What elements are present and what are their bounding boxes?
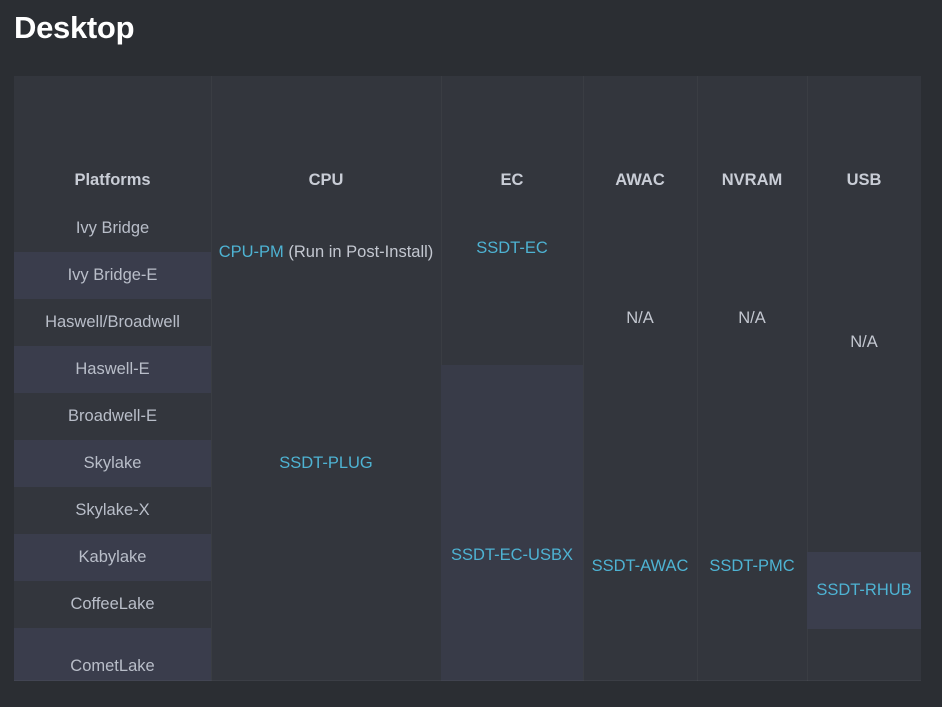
ssdt-ec-link[interactable]: SSDT-EC bbox=[476, 237, 548, 260]
usb-cell-na: N/A bbox=[807, 319, 921, 366]
table-row-platform-coffeelake: CoffeeLake bbox=[14, 581, 211, 628]
platform-label: Haswell-E bbox=[75, 360, 150, 379]
table-row-platform-skylake-x: Skylake-X bbox=[14, 487, 211, 534]
table-bottom-divider bbox=[14, 680, 921, 681]
column-header-nvram: NVRAM bbox=[697, 158, 807, 202]
column-header-usb: USB bbox=[807, 158, 921, 202]
page-title: Desktop bbox=[14, 10, 135, 45]
ec-cell-ssdt-ec: SSDT-EC bbox=[441, 225, 583, 272]
nvram-cell-ssdt-pmc: SSDT-PMC bbox=[697, 528, 807, 605]
platform-label: Skylake bbox=[83, 454, 142, 473]
desktop-acpi-table-page: Desktop Platforms CPU EC AWAC NVRAM USB … bbox=[0, 0, 942, 707]
table-row-platform-cometlake: CometLake bbox=[14, 628, 211, 681]
header-label: Platforms bbox=[74, 170, 151, 189]
na-label: N/A bbox=[626, 309, 654, 328]
ec-cell-ssdt-ec-usbx: SSDT-EC-USBX bbox=[441, 465, 583, 645]
platform-label: Kabylake bbox=[78, 548, 147, 567]
cpu-cell-ssdt-plug: SSDT-PLUG bbox=[211, 440, 441, 487]
ssdt-ec-usbx-link[interactable]: SSDT-EC-USBX bbox=[451, 544, 573, 567]
platform-label: CoffeeLake bbox=[70, 595, 155, 614]
header-label: CPU bbox=[308, 170, 344, 189]
awac-cell-na: N/A bbox=[583, 295, 697, 342]
awac-cell-ssdt-awac: SSDT-AWAC bbox=[583, 528, 697, 605]
header-label: AWAC bbox=[615, 170, 665, 189]
column-header-platforms: Platforms bbox=[14, 158, 211, 202]
platform-label: Haswell/Broadwell bbox=[45, 313, 180, 332]
cpu-cell-ivy-bridge: CPU-PM (Run in Post-Install) bbox=[211, 205, 441, 299]
ssdt-pmc-link[interactable]: SSDT-PMC bbox=[709, 555, 794, 578]
acpi-compatibility-table: Platforms CPU EC AWAC NVRAM USB Ivy Brid… bbox=[14, 76, 921, 681]
header-label: NVRAM bbox=[721, 170, 783, 189]
usb-cell-ssdt-rhub: SSDT-RHUB bbox=[807, 552, 921, 629]
table-row-platform-broadwell-e: Broadwell-E bbox=[14, 393, 211, 440]
na-label: N/A bbox=[738, 309, 766, 328]
platform-label: CometLake bbox=[70, 657, 155, 676]
platform-label: Broadwell-E bbox=[68, 407, 157, 426]
table-row-platform-ivy-bridge-e: Ivy Bridge-E bbox=[14, 252, 211, 299]
table-row-platform-skylake: Skylake bbox=[14, 440, 211, 487]
nvram-cell-na: N/A bbox=[697, 295, 807, 342]
table-row-platform-haswell-e: Haswell-E bbox=[14, 346, 211, 393]
column-header-cpu: CPU bbox=[211, 158, 441, 202]
column-header-awac: AWAC bbox=[583, 158, 697, 202]
table-row-platform-kabylake: Kabylake bbox=[14, 534, 211, 581]
na-label: N/A bbox=[850, 333, 878, 352]
ssdt-rhub-link[interactable]: SSDT-RHUB bbox=[816, 579, 911, 602]
ssdt-awac-link[interactable]: SSDT-AWAC bbox=[592, 555, 689, 578]
column-header-ec: EC bbox=[441, 158, 583, 202]
platform-label: Ivy Bridge-E bbox=[67, 266, 158, 285]
table-row-platform-ivy-bridge: Ivy Bridge bbox=[14, 205, 211, 252]
cpu-pm-link[interactable]: CPU-PM bbox=[219, 243, 284, 261]
header-label: USB bbox=[846, 170, 882, 189]
cpu-pm-note: (Run in Post-Install) bbox=[283, 242, 434, 261]
platform-label: Ivy Bridge bbox=[75, 219, 150, 238]
table-row-platform-haswell-broadwell: Haswell/Broadwell bbox=[14, 299, 211, 346]
platform-label: Skylake-X bbox=[75, 501, 150, 520]
table-body: Platforms CPU EC AWAC NVRAM USB Ivy Brid… bbox=[14, 76, 921, 681]
header-label: EC bbox=[500, 170, 524, 189]
ssdt-plug-link[interactable]: SSDT-PLUG bbox=[279, 452, 373, 475]
